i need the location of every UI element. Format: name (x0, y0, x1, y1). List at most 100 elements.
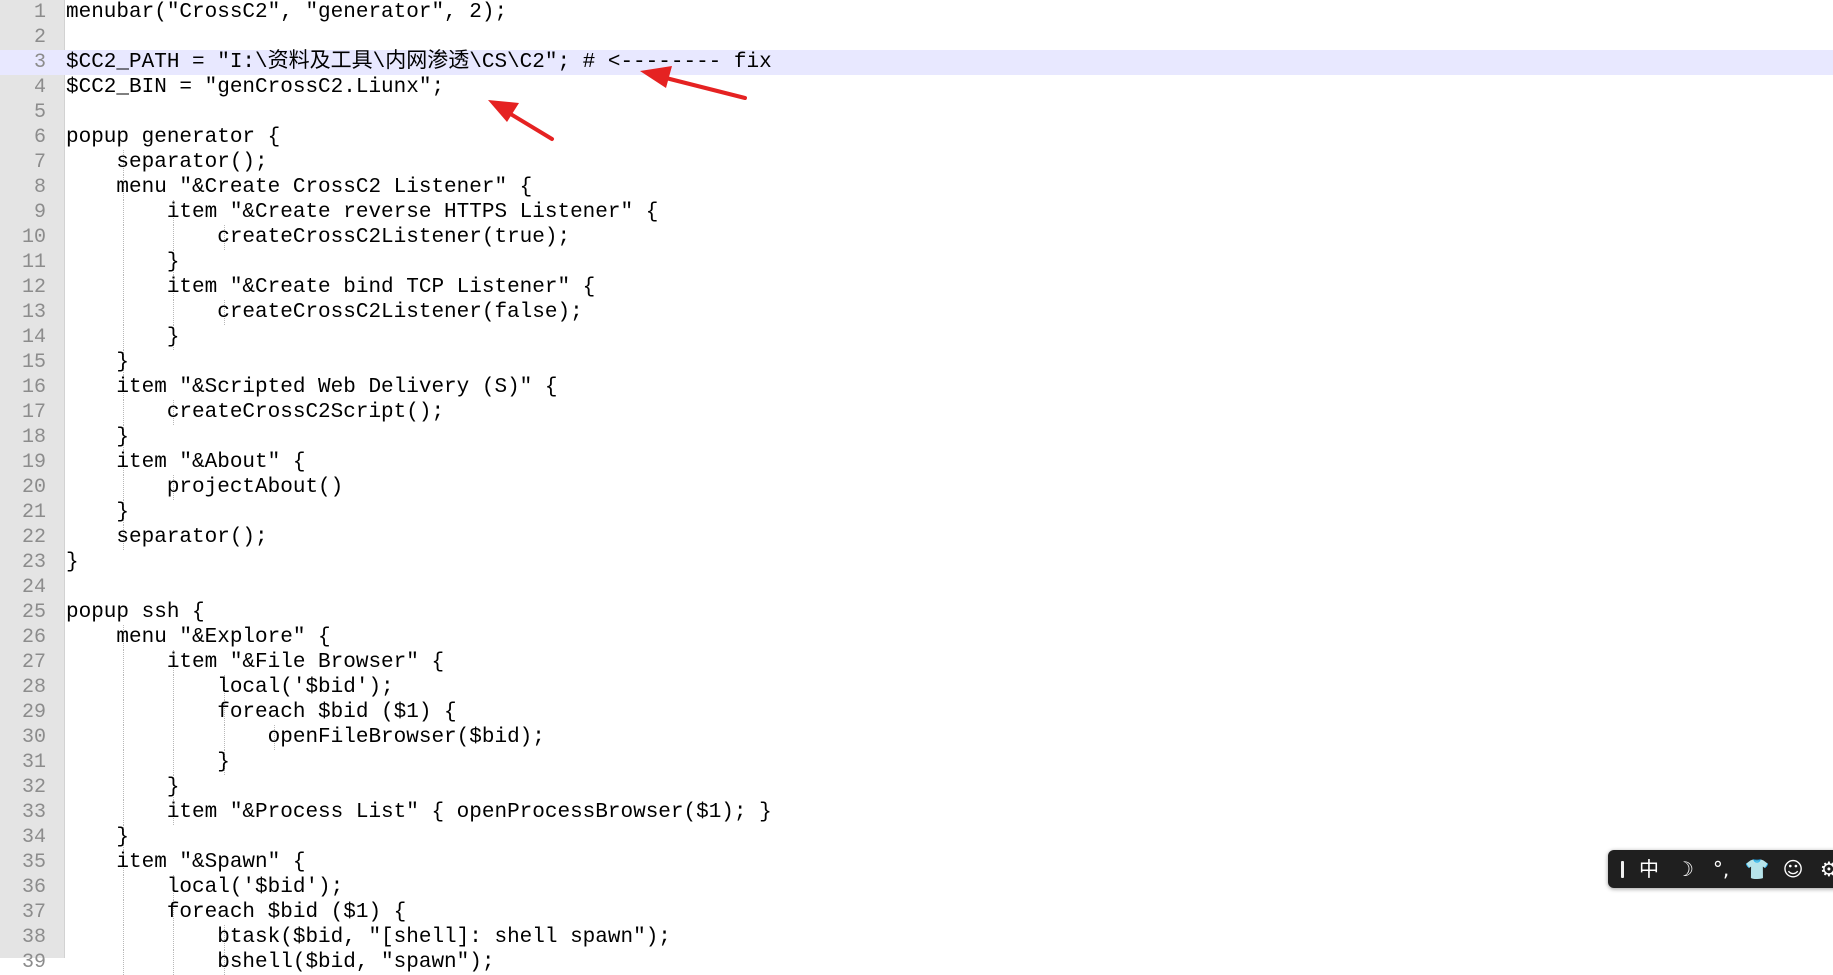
code-line[interactable]: 20 projectAbout() (0, 475, 1833, 500)
line-number: 38 (21, 926, 46, 949)
code-line[interactable]: 4 $CC2_BIN = "genCrossC2.Liunx"; (0, 75, 1833, 100)
line-number: 29 (21, 701, 46, 724)
code-text[interactable]: } (66, 425, 129, 450)
moon-icon[interactable]: ☽ (1668, 850, 1702, 888)
code-line[interactable]: 35 item "&Spawn" { (0, 850, 1833, 875)
code-text[interactable]: foreach $bid ($1) { (66, 900, 406, 925)
code-text[interactable]: } (66, 250, 180, 275)
code-text[interactable]: btask($bid, "[shell]: shell spawn"); (66, 925, 671, 950)
code-editor[interactable]: 1 menubar("CrossC2", "generator", 2); 2 3 $C… (0, 0, 1833, 975)
code-line[interactable]: 10 createCrossC2Listener(true); (0, 225, 1833, 250)
code-text[interactable]: bshell($bid, "spawn"); (66, 950, 494, 975)
line-number: 31 (21, 751, 46, 774)
code-lines[interactable]: 1 menubar("CrossC2", "generator", 2); 2 3 $C… (0, 0, 1833, 975)
code-text[interactable]: menu "&Create CrossC2 Listener" { (66, 175, 532, 200)
code-line[interactable]: 7 separator(); (0, 150, 1833, 175)
code-text[interactable]: foreach $bid ($1) { (66, 700, 456, 725)
code-line[interactable]: 25 popup ssh { (0, 600, 1833, 625)
punctuation-icon[interactable]: °, (1704, 850, 1738, 888)
line-number: 15 (21, 351, 46, 374)
code-line[interactable]: 8 menu "&Create CrossC2 Listener" { (0, 175, 1833, 200)
code-text[interactable]: item "&File Browser" { (66, 650, 444, 675)
code-text[interactable]: } (66, 350, 129, 375)
code-line[interactable]: 30 openFileBrowser($bid); (0, 725, 1833, 750)
code-line[interactable]: 12 item "&Create bind TCP Listener" { (0, 275, 1833, 300)
code-line[interactable]: 17 createCrossC2Script(); (0, 400, 1833, 425)
code-line[interactable]: 3 $CC2_PATH = "I:\资料及工具\内网渗透\CS\C2"; # <-… (0, 50, 1833, 75)
line-number: 25 (21, 601, 46, 624)
line-number: 3 (33, 51, 46, 74)
code-text[interactable]: } (66, 825, 129, 850)
code-text[interactable]: item "&Spawn" { (66, 850, 305, 875)
code-text[interactable]: popup generator { (66, 125, 280, 150)
code-line[interactable]: 33 item "&Process List" { openProcessBro… (0, 800, 1833, 825)
code-line[interactable]: 29 foreach $bid ($1) { (0, 700, 1833, 725)
line-number: 10 (21, 226, 46, 249)
line-number: 16 (21, 376, 46, 399)
code-text[interactable]: } (66, 750, 230, 775)
code-text[interactable]: popup ssh { (66, 600, 205, 625)
code-line[interactable]: 27 item "&File Browser" { (0, 650, 1833, 675)
code-line[interactable]: 11 } (0, 250, 1833, 275)
line-number: 5 (33, 101, 46, 124)
code-text[interactable]: menubar("CrossC2", "generator", 2); (66, 0, 507, 25)
code-line[interactable]: 32 } (0, 775, 1833, 800)
code-text[interactable]: $CC2_BIN = "genCrossC2.Liunx"; (66, 75, 444, 100)
drag-handle[interactable] (1621, 861, 1624, 878)
code-line[interactable]: 2 (0, 25, 1833, 50)
code-line[interactable]: 1 menubar("CrossC2", "generator", 2); (0, 0, 1833, 25)
code-text[interactable]: openFileBrowser($bid); (66, 725, 545, 750)
code-line[interactable]: 26 menu "&Explore" { (0, 625, 1833, 650)
code-line[interactable]: 37 foreach $bid ($1) { (0, 900, 1833, 925)
code-text[interactable]: } (66, 775, 180, 800)
code-line[interactable]: 15 } (0, 350, 1833, 375)
line-number: 27 (21, 651, 46, 674)
code-line[interactable]: 21 } (0, 500, 1833, 525)
code-text[interactable]: } (66, 325, 180, 350)
line-number: 22 (21, 526, 46, 549)
code-text[interactable]: } (66, 500, 129, 525)
code-text[interactable]: local('$bid'); (66, 675, 393, 700)
code-text[interactable]: projectAbout() (66, 475, 343, 500)
shirt-icon[interactable]: 👕 (1740, 850, 1774, 888)
code-line[interactable]: 34 } (0, 825, 1833, 850)
code-text[interactable]: createCrossC2Script(); (66, 400, 444, 425)
code-text[interactable]: item "&About" { (66, 450, 305, 475)
code-line[interactable]: 6 popup generator { (0, 125, 1833, 150)
code-line[interactable]: 19 item "&About" { (0, 450, 1833, 475)
code-line[interactable]: 28 local('$bid'); (0, 675, 1833, 700)
code-line[interactable]: 5 (0, 100, 1833, 125)
code-line[interactable]: 38 btask($bid, "[shell]: shell spawn"); (0, 925, 1833, 950)
line-number: 13 (21, 301, 46, 324)
code-line[interactable]: 22 separator(); (0, 525, 1833, 550)
code-text[interactable]: item "&Create bind TCP Listener" { (66, 275, 595, 300)
code-text[interactable]: menu "&Explore" { (66, 625, 330, 650)
code-line[interactable]: 16 item "&Scripted Web Delivery (S)" { (0, 375, 1833, 400)
code-line[interactable]: 36 local('$bid'); (0, 875, 1833, 900)
code-line[interactable]: 39 bshell($bid, "spawn"); (0, 950, 1833, 975)
code-text[interactable]: item "&Create reverse HTTPS Listener" { (66, 200, 658, 225)
code-line[interactable]: 13 createCrossC2Listener(false); (0, 300, 1833, 325)
code-text[interactable]: item "&Process List" { openProcessBrowse… (66, 800, 772, 825)
ime-toolbar[interactable]: 中 ☽ °, 👕 ☺ ⚙ (1608, 850, 1833, 888)
gear-icon[interactable]: ⚙ (1812, 850, 1833, 888)
line-number: 21 (21, 501, 46, 524)
ime-mode-button[interactable]: 中 (1632, 850, 1666, 888)
code-text[interactable]: $CC2_PATH = "I:\资料及工具\内网渗透\CS\C2"; # <--… (66, 50, 772, 75)
code-line[interactable]: 23} (0, 550, 1833, 575)
code-text[interactable]: } (66, 550, 79, 575)
code-text[interactable]: createCrossC2Listener(false); (66, 300, 582, 325)
code-line[interactable]: 9 item "&Create reverse HTTPS Listener" … (0, 200, 1833, 225)
code-text[interactable]: separator(); (66, 525, 267, 550)
code-text[interactable]: separator(); (66, 150, 267, 175)
line-number: 37 (21, 901, 46, 924)
code-line[interactable]: 31 } (0, 750, 1833, 775)
smiley-icon[interactable]: ☺ (1776, 850, 1810, 888)
code-line[interactable]: 14 } (0, 325, 1833, 350)
code-text[interactable]: item "&Scripted Web Delivery (S)" { (66, 375, 557, 400)
code-text[interactable]: local('$bid'); (66, 875, 343, 900)
code-text[interactable]: createCrossC2Listener(true); (66, 225, 570, 250)
code-line[interactable]: 18 } (0, 425, 1833, 450)
code-line[interactable]: 24 (0, 575, 1833, 600)
line-number: 14 (21, 326, 46, 349)
